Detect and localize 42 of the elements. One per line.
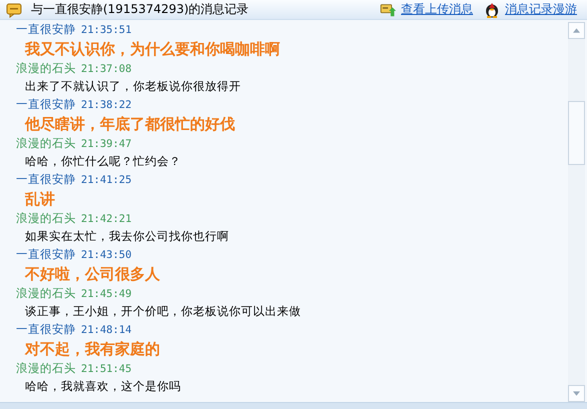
scroll-up-button[interactable] bbox=[568, 22, 585, 39]
message-time: 21:37:08 bbox=[81, 63, 132, 75]
scrollbar[interactable] bbox=[568, 22, 585, 402]
message-text: 我又不认识你，为什么要和你喝咖啡啊 bbox=[25, 40, 280, 58]
down-arrow-icon bbox=[573, 391, 580, 396]
message-time: 21:38:22 bbox=[81, 99, 132, 111]
sender-name: 浪漫的石头 bbox=[16, 286, 76, 300]
sender-name: 一直很安静 bbox=[16, 22, 76, 36]
sender-name: 浪漫的石头 bbox=[16, 211, 76, 225]
message-time: 21:48:14 bbox=[81, 324, 132, 336]
message-text: 不好啦，公司很多人 bbox=[25, 265, 160, 283]
message-text: 哈哈，我就喜欢，这个是你吗 bbox=[25, 379, 181, 393]
message-time: 21:41:25 bbox=[81, 174, 132, 186]
window-title: 与一直很安静(1915374293)的消息记录 bbox=[31, 1, 249, 18]
message-text: 出来了不就认识了，你老板说你很放得开 bbox=[25, 79, 241, 93]
sender-name: 浪漫的石头 bbox=[16, 61, 76, 75]
message-text: 谈正事，王小姐，开个价吧，你老板说你可以出来做 bbox=[25, 304, 301, 318]
scroll-down-button[interactable] bbox=[568, 385, 585, 402]
message-text: 如果实在太忙，我去你公司找你也行啊 bbox=[25, 229, 229, 243]
upload-message-icon[interactable] bbox=[380, 2, 396, 18]
message-text: 对不起，我有家庭的 bbox=[25, 340, 160, 358]
sender-name: 一直很安静 bbox=[16, 247, 76, 261]
sender-name: 浪漫的石头 bbox=[16, 136, 76, 150]
message-time: 21:39:47 bbox=[81, 138, 132, 150]
sender-name: 一直很安静 bbox=[16, 322, 76, 336]
up-arrow-icon bbox=[573, 28, 580, 33]
view-uploads-link[interactable]: 查看上传消息 bbox=[401, 1, 473, 18]
chat-bubble-icon bbox=[6, 2, 22, 18]
message-time: 21:43:50 bbox=[81, 249, 132, 261]
message-time: 21:35:51 bbox=[81, 24, 132, 36]
message-text: 哈哈，你忙什么呢？忙约会？ bbox=[25, 154, 181, 168]
message-time: 21:45:49 bbox=[81, 288, 132, 300]
sender-name: 浪漫的石头 bbox=[16, 361, 76, 375]
message-time: 21:51:45 bbox=[81, 363, 132, 375]
scroll-thumb[interactable] bbox=[568, 101, 585, 165]
roaming-history-link[interactable]: 消息记录漫游 bbox=[505, 1, 577, 18]
message-text: 乱讲 bbox=[25, 190, 55, 208]
sender-name: 一直很安静 bbox=[16, 97, 76, 111]
message-text: 他尽瞎讲，年底了都很忙的好伐 bbox=[25, 115, 235, 133]
penguin-icon[interactable] bbox=[484, 2, 500, 18]
sender-name: 一直很安静 bbox=[16, 172, 76, 186]
message-time: 21:42:21 bbox=[81, 213, 132, 225]
